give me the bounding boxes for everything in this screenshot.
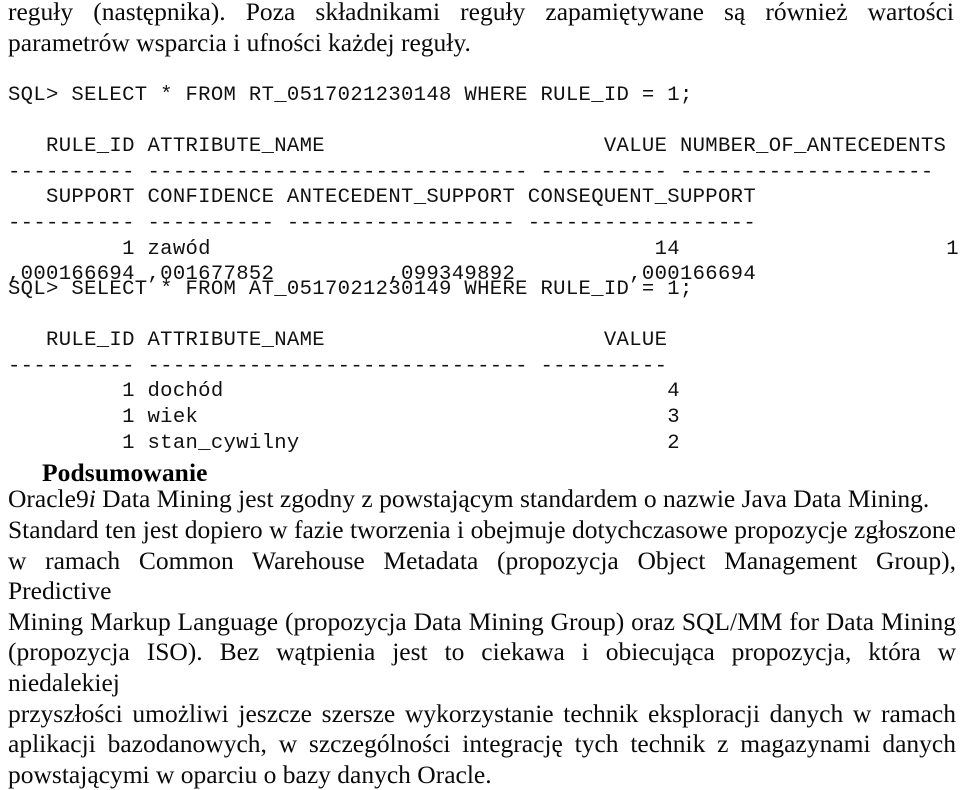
summary-line-1: Standard ten jest dopiero w fazie tworze… — [8, 515, 956, 544]
intro-paragraph-line-2: parametrów wsparcia i ufności każdej reg… — [8, 27, 471, 57]
summary-line-2: w ramach Common Warehouse Metadata (prop… — [8, 545, 956, 606]
summary-paragraph: Standard ten jest dopiero w fazie tworze… — [8, 515, 956, 790]
summary-line-6: aplikacji bazodanowych, w szczególności … — [8, 729, 956, 759]
sql-output-block-rule-table: SQL> SELECT * FROM RT_0517021230148 WHER… — [8, 83, 959, 288]
sql-prompt-line-2: SQL> SELECT * FROM AT_0517021230149 WHER… — [8, 278, 693, 301]
sql-row-line-5: 1 stan_cywilny 2 — [8, 431, 680, 455]
section-heading-podsumowanie: Podsumowanie — [42, 458, 208, 487]
summary-oracle-prefix: Oracle9 — [8, 484, 89, 513]
intro-paragraph-line-1: reguły (następnika). Poza składnikami re… — [8, 0, 954, 26]
summary-oracle-italic-i: i — [88, 484, 96, 513]
summary-first-line-rest: Data Mining jest zgodny z powstającym st… — [95, 484, 930, 513]
intro-paragraph: reguły (następnika). Poza składnikami re… — [8, 0, 954, 58]
sql-row-line-1: 1 zawód 14 1 — [8, 237, 959, 261]
sql-prompt-line-1: SQL> SELECT * FROM RT_0517021230148 WHER… — [8, 84, 693, 107]
sql-row-line-4: 1 wiek 3 — [8, 405, 680, 429]
sql-separator-line-2: ---------- ---------- ------------------… — [8, 211, 757, 235]
sql-header-line-2: SUPPORT CONFIDENCE ANTECEDENT_SUPPORT CO… — [8, 186, 757, 210]
summary-line-4: (propozycja ISO). Bez wątpienia jest to … — [8, 637, 956, 697]
sql-header-line-3: RULE_ID ATTRIBUTE_NAME VALUE — [8, 329, 668, 353]
sql-row-line-3: 1 dochód 4 — [8, 380, 680, 404]
summary-line-3: Mining Markup Language (propozycja Data … — [8, 606, 956, 636]
document-page: reguły (następnika). Poza składnikami re… — [0, 0, 960, 789]
summary-line-7: powstającymi w oparciu o bazy danych Ora… — [8, 759, 492, 789]
sql-separator-line-1: ---------- -----------------------------… — [8, 160, 934, 184]
sql-separator-line-3: ---------- -----------------------------… — [8, 354, 668, 378]
sql-header-line-1: RULE_ID ATTRIBUTE_NAME VALUE NUMBER_OF_A… — [8, 135, 947, 159]
summary-line-5: przyszłości umożliwi jeszcze szersze wyk… — [8, 698, 956, 728]
summary-first-line: Oracle9i Data Mining jest zgodny z powst… — [8, 484, 956, 515]
sql-output-block-antecedent-table: SQL> SELECT * FROM AT_0517021230149 WHER… — [8, 277, 693, 456]
